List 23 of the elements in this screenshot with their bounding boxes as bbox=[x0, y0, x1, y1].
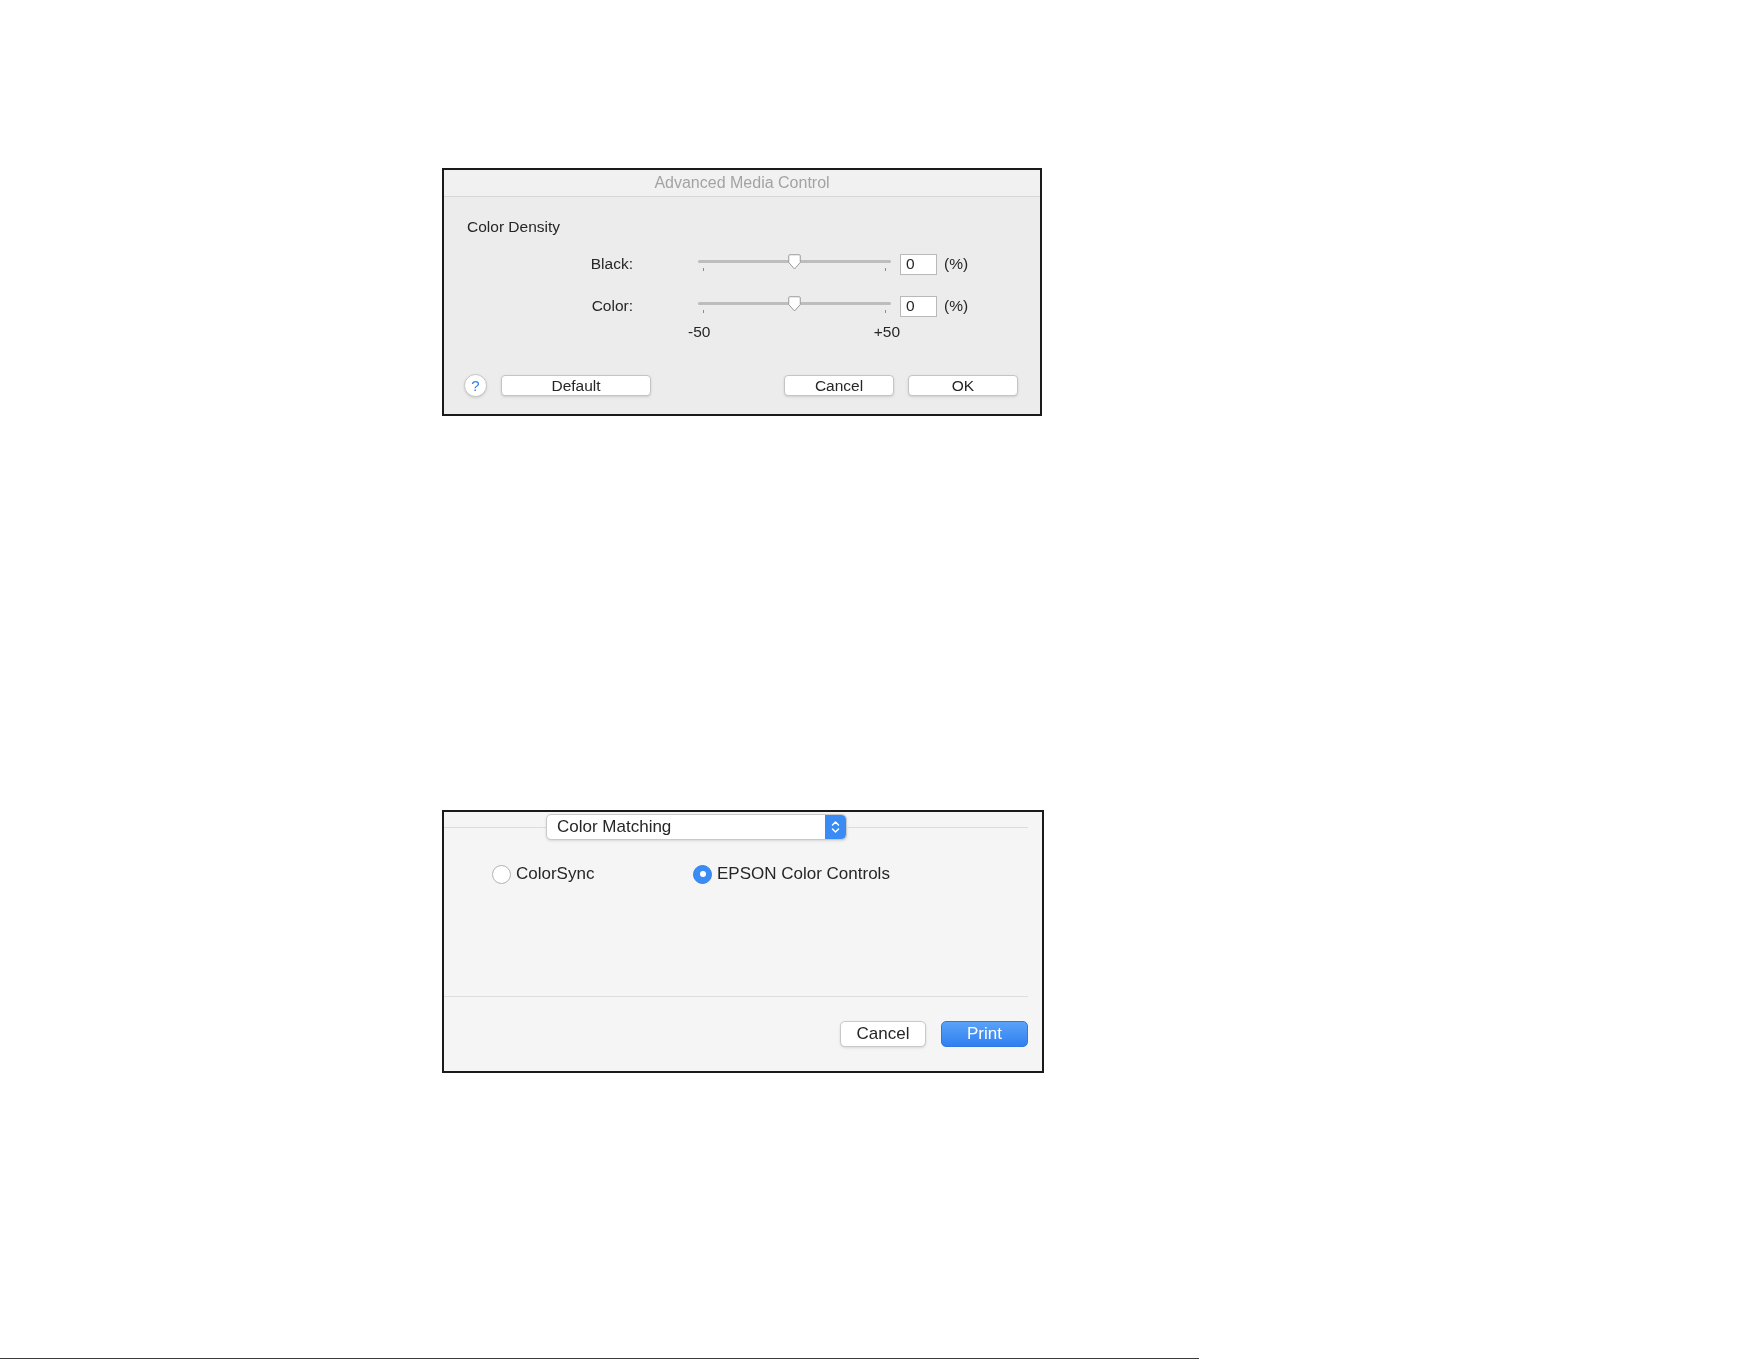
section-heading: Color Density bbox=[467, 218, 561, 236]
slider-thumb[interactable] bbox=[788, 254, 801, 270]
slider-label: Black: bbox=[590, 255, 633, 273]
radio-button[interactable] bbox=[693, 864, 712, 884]
popup-menu[interactable]: Color Matching bbox=[546, 814, 847, 840]
scale-label: +50 bbox=[873, 323, 900, 341]
slider-thumb[interactable] bbox=[788, 296, 801, 312]
window-title: Advanced Media Control bbox=[654, 174, 830, 192]
chevron-up-down-icon bbox=[825, 815, 846, 839]
dialog-button[interactable]: Default bbox=[501, 375, 651, 396]
scale-label: -50 bbox=[688, 323, 711, 341]
dialog-button[interactable]: OK bbox=[908, 375, 1018, 396]
radio-label: EPSON Color Controls bbox=[717, 864, 890, 884]
value-field[interactable]: 0 bbox=[900, 253, 937, 275]
slider-label: Color: bbox=[591, 297, 633, 315]
dialog-button[interactable]: Cancel bbox=[784, 375, 894, 396]
dialog-button[interactable]: Cancel bbox=[840, 1021, 926, 1047]
radio-label: ColorSync bbox=[516, 864, 595, 884]
help-button[interactable]: ? bbox=[464, 374, 487, 397]
unit-label: (%) bbox=[944, 255, 969, 273]
radio-button[interactable] bbox=[492, 864, 511, 884]
unit-label: (%) bbox=[944, 297, 969, 315]
value-field[interactable]: 0 bbox=[900, 295, 937, 317]
